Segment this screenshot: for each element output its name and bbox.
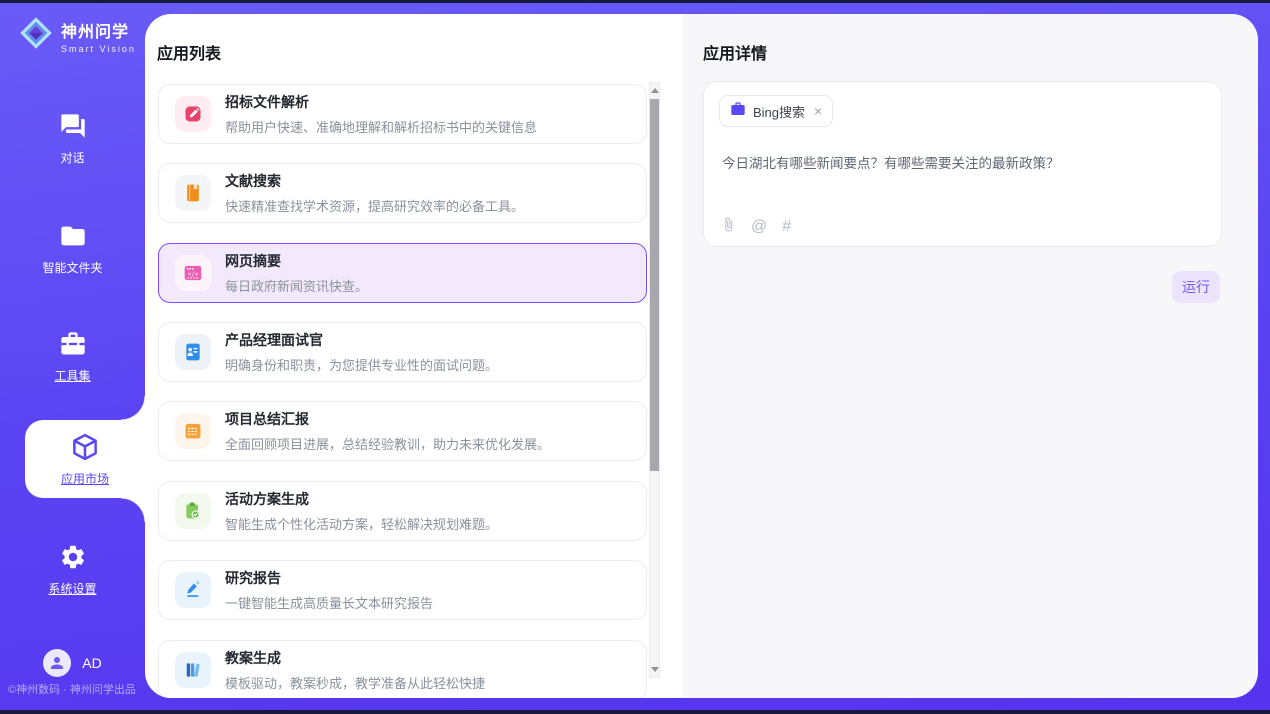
svg-text:</>: </>: [188, 272, 199, 278]
brand-logo: 神州问学 Smart Vision: [18, 15, 136, 56]
main-content: 应用列表 招标文件解析 帮助用户快速、准确地理解和解析招标书中的关键信息 文献搜…: [145, 14, 1258, 698]
chat-icon: [59, 112, 87, 145]
sidebar-item-toolset[interactable]: 工具集: [0, 330, 145, 384]
sidebar-item-label: 智能文件夹: [42, 259, 102, 276]
gear-icon: [59, 543, 87, 576]
hash-icon[interactable]: #: [782, 219, 791, 235]
app-card-desc: 全面回顾项目进展，总结经验教训，助力未来优化发展。: [225, 434, 550, 453]
doc-person-icon: [175, 334, 211, 370]
sidebar: 神州问学 Smart Vision 对话 智能文件夹 工具集: [0, 3, 145, 710]
app-card-desc: 每日政府新闻资讯快查。: [225, 276, 368, 295]
ink-pen-icon: [175, 572, 211, 608]
scrollbar-thumb[interactable]: [650, 99, 659, 471]
prompt-input[interactable]: 今日湖北有哪些新闻要点？有哪些需要关注的最新政策？: [722, 152, 1205, 172]
app-detail-panel: 应用详情 Bing搜索 × 今日湖北有哪些新闻要点？有哪些需要关注的最新政策？ …: [683, 14, 1258, 698]
sidebar-item-label: 对话: [60, 149, 84, 166]
calendar-note-icon: [175, 413, 211, 449]
app-card-title: 研究报告: [225, 568, 433, 588]
mention-icon[interactable]: @: [751, 219, 767, 235]
app-card-title: 项目总结汇报: [225, 409, 550, 429]
cube-icon: [70, 432, 100, 467]
list-scrollbar[interactable]: [649, 82, 660, 678]
browser-code-icon: </>: [175, 255, 211, 291]
app-card-desc: 智能生成个性化活动方案，轻松解决规划难题。: [225, 514, 498, 533]
app-card-title: 产品经理面试官: [225, 330, 498, 350]
app-card-literature-search[interactable]: 文献搜索 快速精准查找学术资源，提高研究效率的必备工具。: [158, 163, 647, 223]
app-card-web-summary-selected[interactable]: </> 网页摘要 每日政府新闻资讯快查。: [158, 243, 647, 303]
app-card-title: 教案生成: [225, 648, 485, 668]
copyright-footer: ©神州数码 · 神州问学出品: [8, 681, 136, 697]
input-toolbar: @ #: [721, 216, 791, 237]
app-list-panel: 应用列表 招标文件解析 帮助用户快速、准确地理解和解析招标书中的关键信息 文献搜…: [145, 14, 683, 698]
scroll-down-arrow-icon[interactable]: [650, 663, 659, 676]
avatar: [43, 649, 71, 677]
app-card-desc: 模板驱动，教案秒成，教学准备从此轻松快捷: [225, 673, 485, 692]
attachment-icon[interactable]: [721, 216, 736, 237]
app-card-title: 招标文件解析: [225, 92, 537, 112]
app-card-project-summary[interactable]: 项目总结汇报 全面回顾项目进展，总结经验教训，助力未来优化发展。: [158, 401, 647, 461]
app-card-desc: 一键智能生成高质量长文本研究报告: [225, 593, 433, 612]
selected-item-notch-top: [121, 396, 145, 420]
user-account[interactable]: AD: [0, 649, 145, 677]
user-initials: AD: [82, 655, 101, 671]
books-icon: [175, 652, 211, 688]
run-button[interactable]: 运行: [1172, 271, 1220, 303]
sidebar-item-label: 工具集: [54, 367, 90, 384]
sidebar-item-chat[interactable]: 对话: [0, 112, 145, 166]
brand-name: 神州问学: [61, 18, 136, 42]
scroll-up-arrow-icon[interactable]: [650, 84, 659, 97]
sidebar-item-label: 应用市场: [61, 470, 109, 487]
clipboard-check-icon: [175, 493, 211, 529]
tool-chip-bing-search[interactable]: Bing搜索 ×: [719, 95, 833, 127]
app-detail-title: 应用详情: [703, 40, 767, 64]
sidebar-item-app-market-selected[interactable]: 应用市场: [25, 420, 145, 498]
app-card-title: 文献搜索: [225, 171, 524, 191]
selected-item-notch-bottom: [121, 498, 145, 522]
app-card-desc: 快速精准查找学术资源，提高研究效率的必备工具。: [225, 196, 524, 215]
app-card-desc: 明确身份和职责，为您提供专业性的面试问题。: [225, 355, 498, 374]
pen-square-icon: [175, 96, 211, 132]
app-card-title: 网页摘要: [225, 251, 368, 271]
prompt-card: Bing搜索 × 今日湖北有哪些新闻要点？有哪些需要关注的最新政策？ @ #: [703, 81, 1222, 247]
app-card-pm-interviewer[interactable]: 产品经理面试官 明确身份和职责，为您提供专业性的面试问题。: [158, 322, 647, 382]
close-icon[interactable]: ×: [814, 104, 822, 118]
app-card-event-plan[interactable]: 活动方案生成 智能生成个性化活动方案，轻松解决规划难题。: [158, 481, 647, 541]
sidebar-item-label: 系统设置: [48, 580, 96, 597]
app-card-research-report[interactable]: 研究报告 一键智能生成高质量长文本研究报告: [158, 560, 647, 620]
app-card-title: 活动方案生成: [225, 489, 498, 509]
diamond-logo-icon: [18, 15, 54, 56]
app-window: 神州问学 Smart Vision 对话 智能文件夹 工具集: [0, 0, 1270, 714]
app-card-desc: 帮助用户快速、准确地理解和解析招标书中的关键信息: [225, 117, 537, 136]
toolbox-icon: [59, 330, 87, 363]
app-card-bid-doc-parse[interactable]: 招标文件解析 帮助用户快速、准确地理解和解析招标书中的关键信息: [158, 84, 647, 144]
book-icon: [175, 175, 211, 211]
sidebar-item-settings[interactable]: 系统设置: [0, 543, 145, 597]
app-card-lesson-plan[interactable]: 教案生成 模板驱动，教案秒成，教学准备从此轻松快捷: [158, 640, 647, 698]
tool-chip-label: Bing搜索: [753, 102, 805, 121]
briefcase-icon: [730, 101, 746, 122]
brand-tagline: Smart Vision: [61, 44, 136, 54]
folder-icon: [59, 222, 87, 255]
app-list-title: 应用列表: [157, 40, 221, 64]
sidebar-item-smart-folder[interactable]: 智能文件夹: [0, 222, 145, 276]
